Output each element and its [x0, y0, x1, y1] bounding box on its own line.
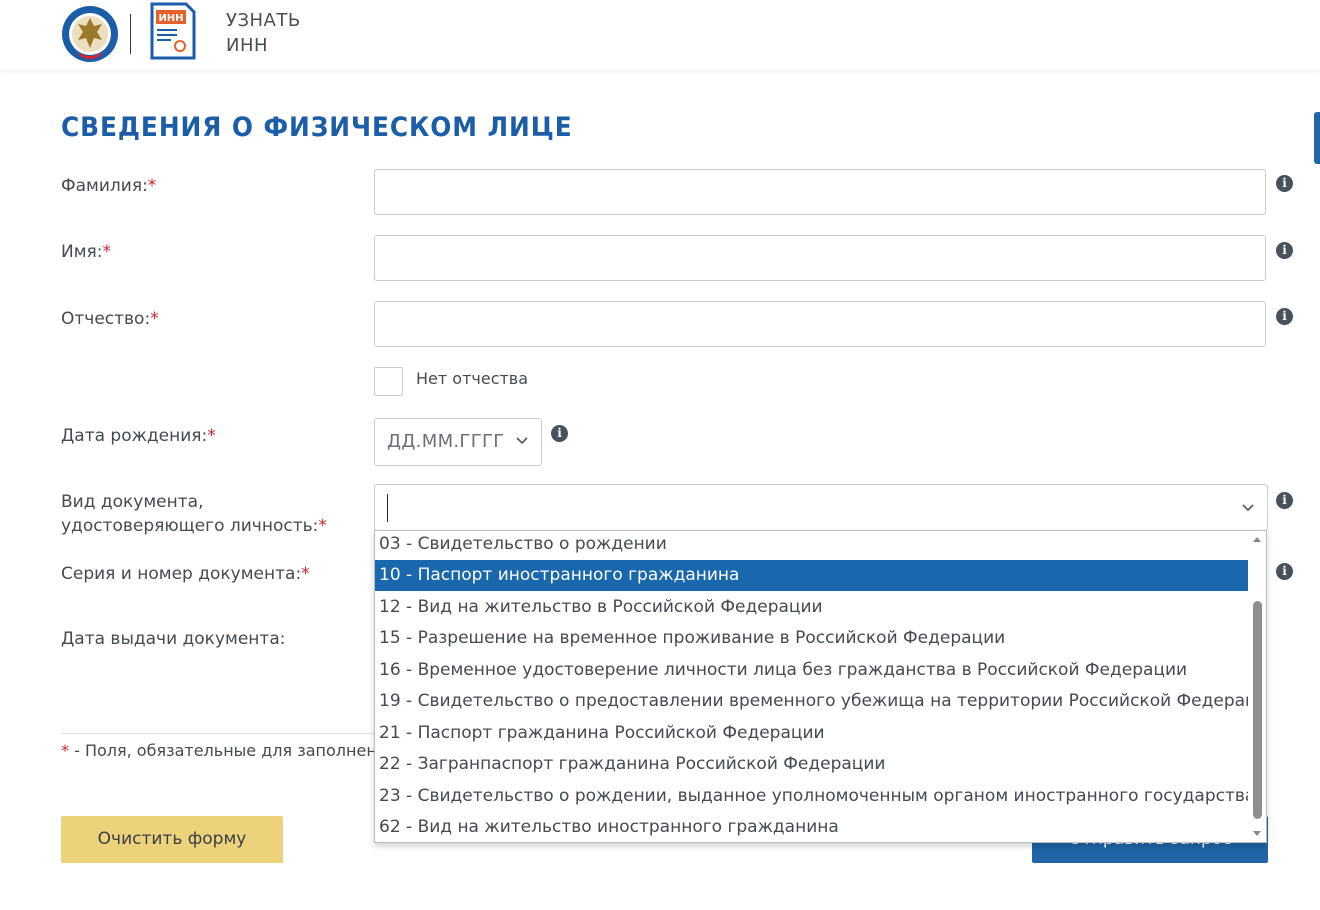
required-footnote: * - Поля, обязательные для заполнен: [61, 741, 377, 760]
doc-number-label: Серия и номер документа:*: [61, 562, 310, 586]
chevron-down-icon: [1242, 504, 1254, 512]
page-scroll-indicator[interactable]: [1314, 112, 1320, 164]
required-mark: *: [318, 516, 327, 536]
surname-label: Фамилия:*: [61, 174, 156, 198]
required-mark: *: [301, 564, 310, 584]
required-mark: *: [147, 176, 157, 196]
dropdown-option[interactable]: 16 - Временное удостоверение личности ли…: [375, 655, 1248, 686]
birthdate-label: Дата рождения:*: [61, 424, 216, 448]
dropdown-option[interactable]: 62 - Вид на жительство иностранного граж…: [375, 812, 1248, 842]
patronymic-input[interactable]: [374, 301, 1266, 347]
dropdown-option-highlighted[interactable]: 10 - Паспорт иностранного гражданина: [375, 560, 1248, 591]
inn-document-icon[interactable]: ИНН: [150, 2, 196, 60]
doctype-label-line2: удостоверяющего личность:: [61, 516, 319, 536]
surname-input[interactable]: [374, 169, 1266, 215]
info-icon[interactable]: i: [551, 425, 568, 442]
scroll-up-arrow-icon[interactable]: [1253, 537, 1261, 542]
required-mark: *: [207, 426, 216, 446]
dropdown-option[interactable]: 15 - Разрешение на временное проживание …: [375, 623, 1248, 654]
doctype-label: Вид документа, удостоверяющего личность:…: [61, 490, 327, 538]
scroll-down-arrow-icon[interactable]: [1253, 831, 1261, 836]
birthdate-placeholder: ДД.ММ.ГГГГ: [387, 431, 505, 452]
inn-badge-text: ИНН: [158, 13, 183, 24]
header-title-line1: УЗНАТЬ: [226, 10, 301, 31]
no-patronymic-checkbox[interactable]: [374, 367, 403, 396]
required-mark: *: [102, 242, 112, 262]
info-icon[interactable]: i: [1276, 492, 1293, 509]
info-icon[interactable]: i: [1276, 175, 1293, 192]
name-input[interactable]: [374, 235, 1266, 281]
info-icon[interactable]: i: [1276, 308, 1293, 325]
page-title: СВЕДЕНИЯ О ФИЗИЧЕСКОМ ЛИЦЕ: [61, 112, 573, 143]
required-mark: *: [150, 309, 159, 329]
clear-form-button[interactable]: Очистить форму: [61, 816, 283, 863]
footnote-text: - Поля, обязательные для заполнен: [74, 741, 377, 760]
required-mark: *: [61, 741, 69, 760]
scrollbar-thumb[interactable]: [1253, 601, 1262, 819]
info-icon[interactable]: i: [1276, 563, 1293, 580]
header-title-line2: ИНН: [226, 35, 269, 56]
dropdown-option[interactable]: 22 - Загранпаспорт гражданина Российской…: [375, 749, 1248, 780]
dropdown-option[interactable]: 21 - Паспорт гражданина Российской Федер…: [375, 718, 1248, 749]
birthdate-select[interactable]: ДД.ММ.ГГГГ: [374, 418, 542, 466]
name-label-text: Имя:: [61, 242, 103, 262]
dropdown-option[interactable]: 03 - Свидетельство о рождении: [375, 531, 1248, 560]
header-title[interactable]: УЗНАТЬ ИНН: [226, 8, 301, 58]
dropdown-option[interactable]: 12 - Вид на жительство в Российской Феде…: [375, 592, 1248, 623]
no-patronymic-label[interactable]: Нет отчества: [416, 369, 528, 388]
text-caret: [387, 494, 388, 522]
surname-label-text: Фамилия:: [61, 176, 148, 196]
form-divider: [61, 733, 381, 734]
info-icon[interactable]: i: [1276, 242, 1293, 259]
doctype-dropdown-list[interactable]: 03 - Свидетельство о рождении 10 - Паспо…: [374, 530, 1267, 843]
name-label: Имя:*: [61, 240, 111, 264]
logo-separator: [130, 14, 131, 54]
site-header: ИНН УЗНАТЬ ИНН: [0, 0, 1320, 70]
patronymic-label: Отчество:*: [61, 307, 159, 331]
chevron-down-icon: [516, 437, 528, 445]
dropdown-scrollbar[interactable]: [1248, 531, 1266, 842]
patronymic-label-text: Отчество:: [61, 309, 151, 329]
doctype-select[interactable]: [374, 484, 1268, 531]
birthdate-label-text: Дата рождения:: [61, 426, 208, 446]
doc-number-label-text: Серия и номер документа:: [61, 564, 302, 584]
doc-date-label: Дата выдачи документа:: [61, 629, 286, 649]
fns-emblem-icon[interactable]: [60, 4, 120, 64]
dropdown-option[interactable]: 19 - Свидетельство о предоставлении врем…: [375, 686, 1266, 717]
dropdown-option[interactable]: 23 - Свидетельство о рождении, выданное …: [375, 781, 1255, 812]
doctype-label-line1: Вид документа,: [61, 492, 204, 512]
